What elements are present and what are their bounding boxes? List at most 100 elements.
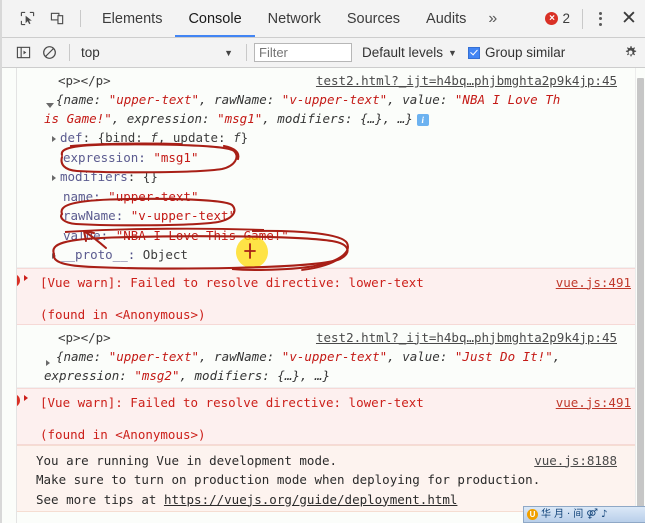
preview-str-2: "v-upper-text" [281,92,388,107]
chevron-down-icon-levels: ▼ [448,47,457,58]
log-1-properties: def: {bind: f, update: f} expression: "m… [24,128,631,265]
preview2-part-2: , rawName: [199,348,282,364]
property-row-name[interactable]: name: "upper-text" [52,187,631,207]
preview2-part-4: expression: [44,367,135,383]
log-1-tag: <p></p> [58,73,111,88]
preview-str-1: "upper-text" [108,92,199,107]
property-row-modifiers[interactable]: modifiers: {} [52,167,631,187]
preview-str-3b: is Game!" [44,111,112,126]
expand-triangle-icon-proto[interactable] [52,252,56,259]
ime-mode-icon[interactable]: 月 [554,509,564,520]
devtools-window: Elements Console Network Sources Audits … [0,0,645,523]
property-row-value[interactable]: value: "NBA I Love This Game!" [52,226,631,246]
property-sep-name: : [93,188,109,204]
more-options-icon[interactable] [587,11,613,26]
property-value-name: "upper-text" [108,188,199,204]
log-1-preview[interactable]: {name: "upper-text", rawName: "v-upper-t… [24,90,631,128]
expand-triangle-icon-log2[interactable] [46,359,50,366]
property-sep-value: : [100,227,116,243]
preview-part-4: , expression: [111,111,218,126]
ime-toolbar[interactable]: U 华 月 · 间 ⚤ ♪ [523,506,645,523]
console-entry-error-2[interactable]: × [Vue warn]: Failed to resolve directiv… [2,387,645,445]
preview-part-3: , value: [387,92,455,107]
property-value-def: : {bind: f, update: f} [82,130,249,145]
expand-triangle-icon-error-2[interactable] [24,394,28,401]
filter-input[interactable] [254,43,352,62]
tabbar-right-group: × 2 ✕ [537,0,645,37]
log-1-object-preview: {name: "upper-text", rawName: "v-upper-t… [44,92,560,126]
preview2-part-3d: , [552,348,561,364]
ime-user-icon[interactable]: ⚤ [586,509,598,520]
preview2-str-1: "upper-text" [108,348,199,364]
property-row-rawname[interactable]: rawName: "v-upper-text" [52,206,631,226]
preview2-part-1: {name: [56,348,109,364]
tabbar-divider [80,10,81,27]
info-badge-icon[interactable]: i [416,113,429,126]
inspect-cursor-icon[interactable] [12,0,42,37]
error-1-subtext: (found in <Anonymous>) [40,306,206,322]
property-row-def[interactable]: def: {bind: f, update: f} [52,128,631,148]
ime-punct-icon[interactable]: · [567,509,570,520]
error-1-source-link[interactable]: vue.js:491 [556,273,631,292]
property-name-expression: expression [63,149,139,165]
property-value-modifiers: : [127,169,143,184]
chevron-down-icon: ▼ [224,47,233,58]
preview2-str-4: "msg2" [134,367,180,383]
console-entry-devmode[interactable]: You are running Vue in development mode.… [2,444,645,512]
preview2-str-3: "Just Do It!" [454,348,553,364]
tab-network[interactable]: Network [255,0,334,37]
tab-console[interactable]: Console [175,0,254,37]
log-2-header: <p></p> test2.html?_ijt=h4bq…phjbmghta2p… [24,328,631,347]
execution-context-selector[interactable]: top ▼ [77,45,239,60]
console-messages-panel[interactable]: <p></p> test2.html?_ijt=h4bq…phjbmghta2p… [2,68,645,523]
property-name-def: def [60,130,83,145]
preview-str-4: "msg1" [217,111,263,126]
group-similar-checkbox[interactable] [467,46,480,59]
log-level-label: Default levels [362,45,444,60]
ime-panel-icon[interactable]: 间 [573,509,583,520]
log-1-source-link[interactable]: test2.html?_ijt=h4bq…phjbmghta2p9k4jp:45 [316,71,617,90]
property-value-modifiers-val: {} [142,169,158,184]
expand-triangle-icon-modifiers[interactable] [52,174,56,181]
error-count-badge[interactable]: × 2 [537,11,578,26]
devmode-source-link[interactable]: vue.js:8188 [534,451,617,470]
group-similar-toggle[interactable]: Group similar [467,45,565,60]
devtools-tabs: Elements Console Network Sources Audits … [89,0,537,37]
console-scrollbar[interactable] [635,68,645,523]
property-row-proto[interactable]: __proto__: Object [52,245,631,265]
console-filterbar: top ▼ Default levels ▼ Group similar [2,38,645,68]
log-2-source-link[interactable]: test2.html?_ijt=h4bq…phjbmghta2p9k4jp:45 [316,328,617,347]
tab-sources[interactable]: Sources [334,0,413,37]
device-toolbar-icon[interactable] [42,0,72,37]
filterbar-divider-2 [246,44,247,61]
ime-tools-icon[interactable]: ♪ [601,509,607,520]
error-2-source-link[interactable]: vue.js:491 [556,393,631,412]
log-2-tag: <p></p> [58,329,111,345]
preview2-str-2: "v-upper-text" [281,348,388,364]
ime-power-icon[interactable]: U [527,509,538,520]
log-2-preview[interactable]: {name: "upper-text", rawName: "v-upper-t… [24,347,631,385]
property-row-expression[interactable]: expression: "msg1" [52,148,631,168]
log-1-header: <p></p> test2.html?_ijt=h4bq…phjbmghta2p… [24,71,631,90]
ime-lang-icon[interactable]: 华 [541,509,551,520]
console-entry-error-1[interactable]: × [Vue warn]: Failed to resolve directiv… [2,267,645,325]
tab-elements[interactable]: Elements [89,0,175,37]
console-entry-log-2[interactable]: <p></p> test2.html?_ijt=h4bq…phjbmghta2p… [2,325,645,388]
gear-icon[interactable] [623,45,638,60]
expand-triangle-icon[interactable] [46,103,54,108]
preview2-part-5: , modifiers: {…}, …} [179,367,330,383]
expand-triangle-icon-def[interactable] [52,135,56,142]
expand-triangle-icon-error-1[interactable] [24,274,28,281]
property-value-rawname: "v-upper-text" [130,208,237,223]
tab-audits[interactable]: Audits [413,0,479,37]
console-sidebar-icon[interactable] [10,41,36,65]
log-level-selector[interactable]: Default levels ▼ [362,45,457,60]
error-1-text: [Vue warn]: Failed to resolve directive:… [40,274,424,290]
vue-deployment-link[interactable]: https://vuejs.org/guide/deployment.html [164,492,458,507]
console-scrollbar-thumb[interactable] [637,78,644,518]
more-tabs-button[interactable]: » [479,0,506,37]
clear-console-icon[interactable] [36,41,62,65]
devmode-line-1: You are running Vue in development mode. [36,452,338,468]
console-entry-log-1[interactable]: <p></p> test2.html?_ijt=h4bq…phjbmghta2p… [2,68,645,268]
close-icon[interactable]: ✕ [613,7,645,30]
